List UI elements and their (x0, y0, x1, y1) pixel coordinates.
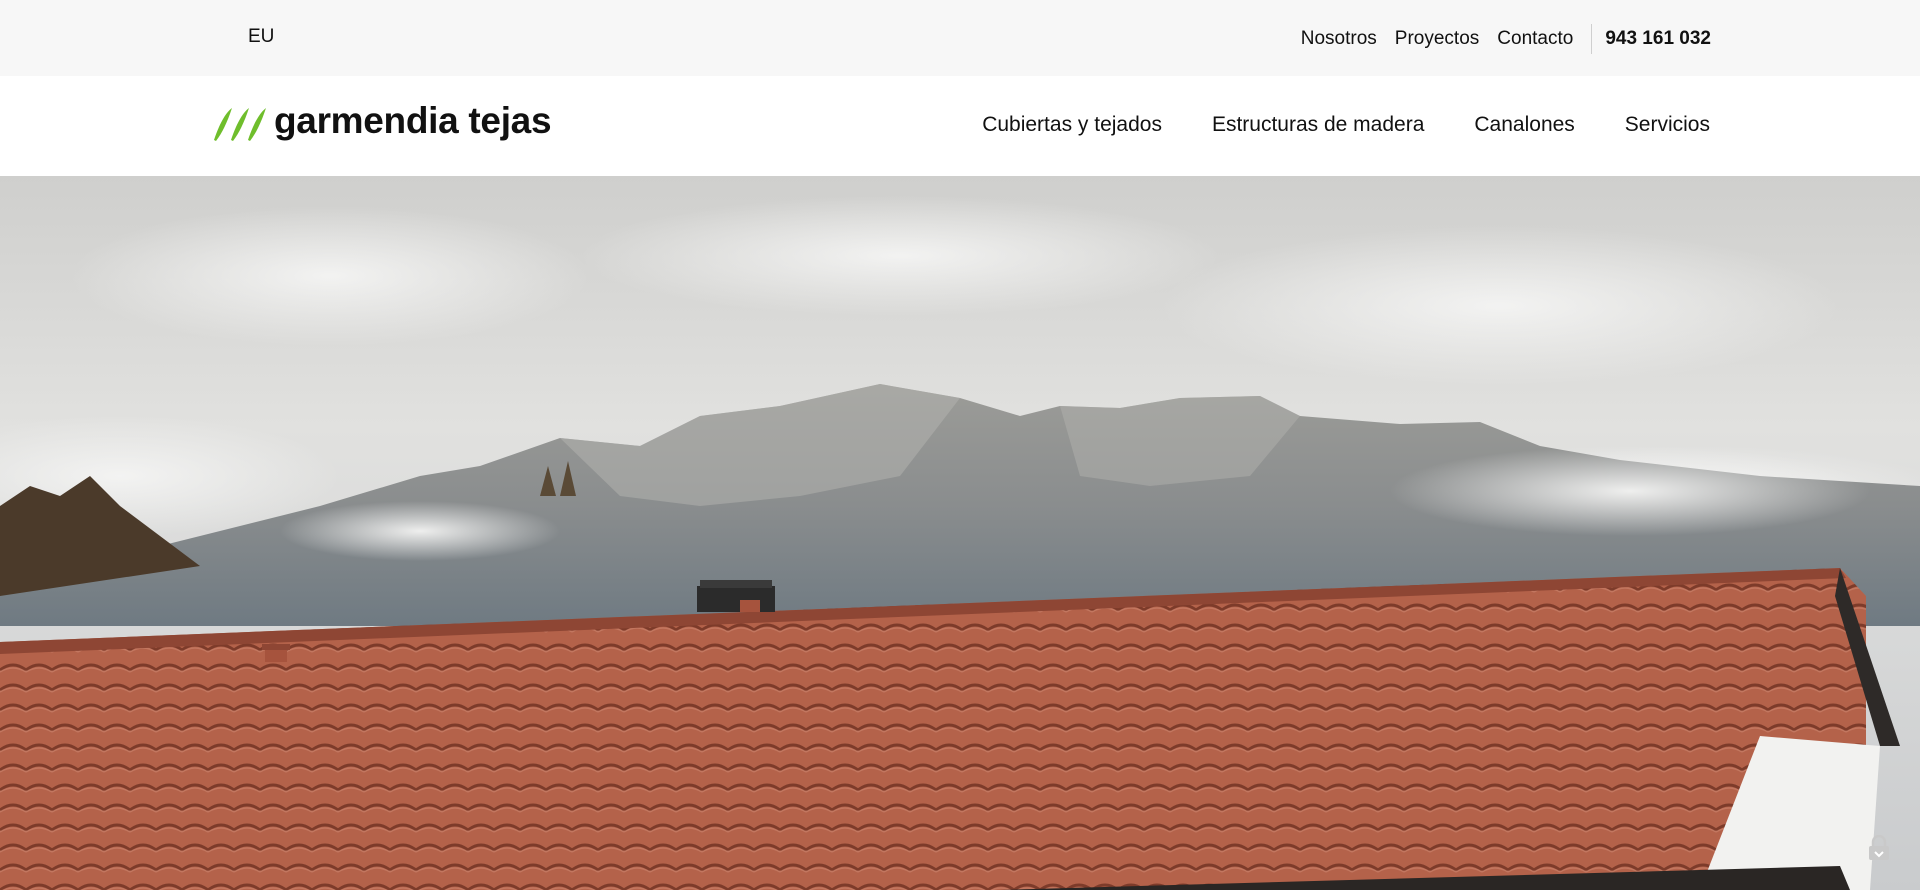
nav-item-cubiertas[interactable]: Cubiertas y tejados (982, 113, 1162, 137)
main-header: garmendia tejas Cubiertas y tejados Estr… (0, 76, 1920, 176)
nav-item-servicios[interactable]: Servicios (1625, 113, 1710, 137)
nav-link-nosotros[interactable]: Nosotros (1301, 28, 1377, 50)
logo-text: garmendia tejas (274, 100, 552, 141)
top-links: Nosotros Proyectos Contacto 943 161 032 (1283, 24, 1711, 54)
nav-link-contacto[interactable]: Contacto (1497, 28, 1573, 50)
phone-link[interactable]: 943 161 032 (1605, 28, 1711, 50)
logo-mark-icon (214, 108, 266, 141)
nav-link-proyectos[interactable]: Proyectos (1395, 28, 1479, 50)
nav-item-estructuras[interactable]: Estructuras de madera (1212, 113, 1424, 137)
logo[interactable]: garmendia tejas (212, 100, 552, 145)
nav-item-canalones[interactable]: Canalones (1474, 113, 1574, 137)
main-nav: Cubiertas y tejados Estructuras de mader… (932, 113, 1710, 137)
language-switch-eu[interactable]: EU (248, 26, 274, 48)
hero-image (0, 176, 1920, 890)
lock-icon[interactable] (1867, 834, 1891, 861)
hero-roof-photo (0, 176, 1920, 890)
top-bar: EU Nosotros Proyectos Contacto 943 161 0… (0, 0, 1920, 76)
divider (1591, 24, 1593, 54)
